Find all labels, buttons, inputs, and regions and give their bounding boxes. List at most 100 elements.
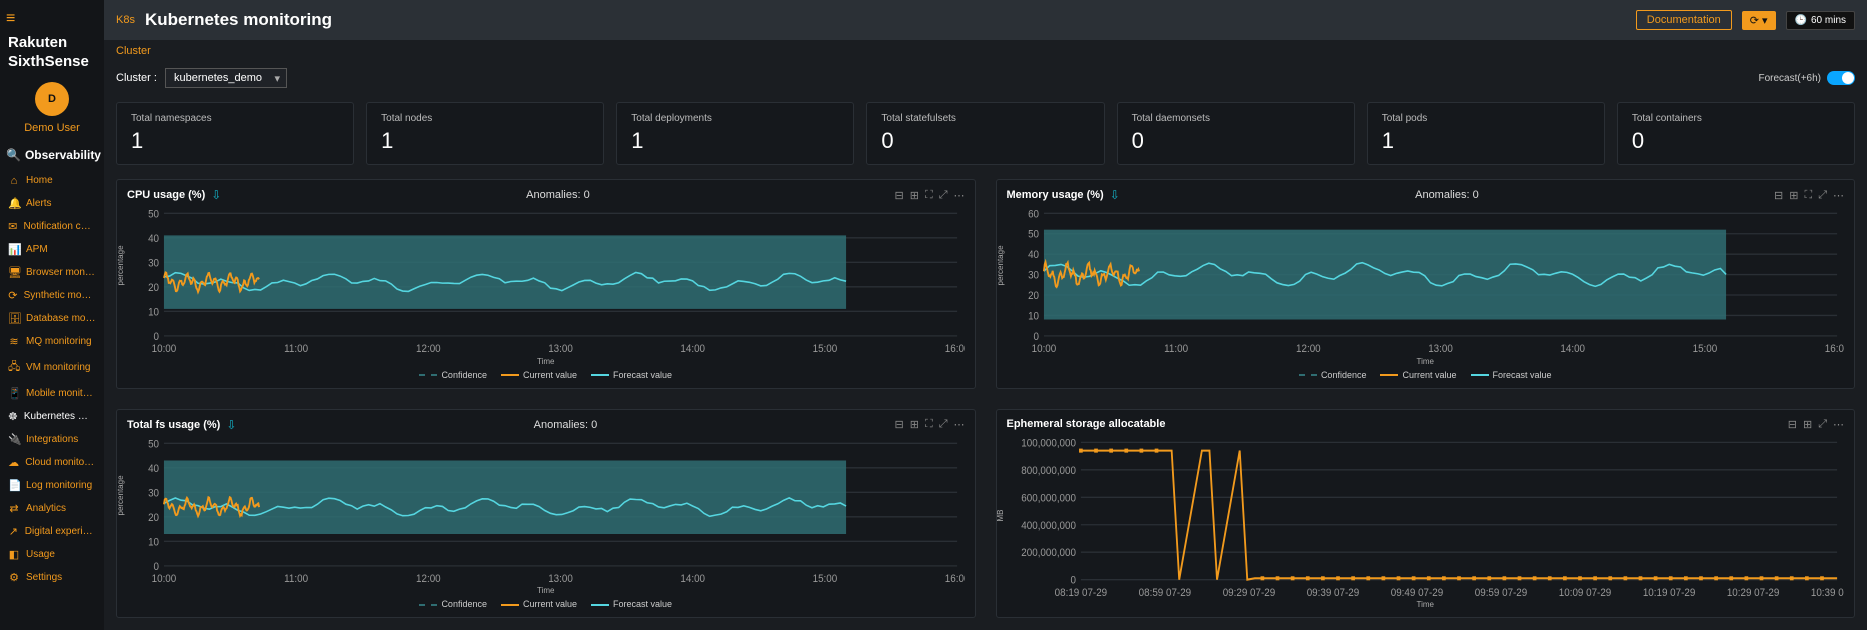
svg-text:50: 50 <box>148 439 159 450</box>
panel-tool-icon[interactable]: ⤢ <box>939 418 948 431</box>
panel-tool-icon[interactable]: ⛶ <box>925 189 933 202</box>
chart-body[interactable]: MB 0200,000,000400,000,000600,000,000800… <box>1007 437 1845 599</box>
sidebar-item-log-monitoring[interactable]: 📄 Log monitoring <box>0 474 104 497</box>
panel-title: Memory usage (%) <box>1007 189 1104 201</box>
nav-icon: ☁ <box>8 456 19 469</box>
stat-card[interactable]: Total deployments1 <box>616 102 854 165</box>
stat-label: Total statefulsets <box>881 113 1089 124</box>
hamburger-icon[interactable]: ≡ <box>6 10 15 28</box>
panel-tool-icon[interactable]: ⊟ <box>895 189 904 202</box>
nav-icon: 🖧 <box>8 358 20 377</box>
panel-tool-icon[interactable]: ⊞ <box>910 418 919 431</box>
panel-tool-icon[interactable]: ⋯ <box>954 189 965 202</box>
stat-card[interactable]: Total containers0 <box>1617 102 1855 165</box>
panel-tools: ⊟ ⊞ ⛶ ⤢ ⋯ <box>1774 189 1844 202</box>
chart-body[interactable]: percentage 0102030405010:0011:0012:0013:… <box>127 208 965 355</box>
sidebar-item-mq-monitoring[interactable]: ≋MQ monitoring <box>0 330 104 353</box>
y-axis-label: percentage <box>116 475 125 515</box>
svg-text:20: 20 <box>1028 291 1039 302</box>
sidebar-item-apm[interactable]: 📊APM <box>0 238 104 261</box>
svg-text:12:00: 12:00 <box>1296 344 1321 355</box>
clock-icon: 🕒 <box>1795 15 1807 26</box>
nav-label: Usage <box>26 549 55 560</box>
time-range-button[interactable]: 🕒 60 mins <box>1786 11 1855 30</box>
cluster-select[interactable]: kubernetes_demo <box>165 68 287 88</box>
sidebar-item-integrations[interactable]: 🔌Integrations <box>0 428 104 451</box>
panel-tools: ⊟ ⊞ ⛶ ⤢ ⋯ <box>895 418 965 431</box>
sidebar-item-usage[interactable]: ◧Usage <box>0 543 104 566</box>
sidebar-item-vm-monitoring[interactable]: 🖧 VM monitoring <box>0 353 104 382</box>
svg-text:800,000,000: 800,000,000 <box>1021 465 1076 476</box>
forecast-toggle[interactable] <box>1827 71 1855 85</box>
panel-tool-icon[interactable]: ⋯ <box>954 418 965 431</box>
sidebar-item-kubernetes-monitoring[interactable]: ☸Kubernetes monitoring <box>0 405 104 428</box>
svg-text:30: 30 <box>148 488 159 499</box>
panel-tool-icon[interactable]: ⊞ <box>1789 189 1798 202</box>
avatar[interactable]: D <box>35 82 69 116</box>
nav-label: Log monitoring <box>26 480 92 491</box>
documentation-button[interactable]: Documentation <box>1636 10 1732 30</box>
panel-title: Ephemeral storage allocatable <box>1007 418 1166 430</box>
panel-tool-icon[interactable]: ⤢ <box>939 189 948 202</box>
svg-text:40: 40 <box>1028 250 1039 261</box>
sidebar-item-cloud-monitoring[interactable]: ☁ Cloud monitoring <box>0 451 104 474</box>
panel-tool-icon[interactable]: ⋯ <box>1833 418 1844 431</box>
stat-card[interactable]: Total pods1 <box>1367 102 1605 165</box>
panel-tools: ⊟ ⊞ ⤢ ⋯ <box>1788 418 1844 431</box>
chevron-down-icon: ▾ <box>1762 14 1768 27</box>
sidebar-item-browser-monitoring[interactable]: 🖥Browser monitoring <box>0 261 104 284</box>
nav-label: APM <box>26 244 48 255</box>
svg-text:0: 0 <box>1070 575 1076 586</box>
panel-tool-icon[interactable]: ⛶ <box>1804 189 1812 202</box>
nav-label: Notification channels <box>23 221 96 232</box>
svg-text:08:59 07-29: 08:59 07-29 <box>1138 587 1191 598</box>
stat-card[interactable]: Total nodes1 <box>366 102 604 165</box>
stat-label: Total deployments <box>631 113 839 124</box>
stat-card[interactable]: Total statefulsets0 <box>866 102 1104 165</box>
sidebar-item-digital-experience[interactable]: ↗Digital experience <box>0 520 104 543</box>
panel-tool-icon[interactable]: ⤢ <box>1818 418 1827 431</box>
svg-text:14:00: 14:00 <box>1560 344 1585 355</box>
nav-label: Analytics <box>26 503 66 514</box>
panel-tool-icon[interactable]: ⊞ <box>1803 418 1812 431</box>
sidebar-item-alerts[interactable]: 🔔Alerts <box>0 192 104 215</box>
svg-text:50: 50 <box>148 209 159 220</box>
panel-tool-icon[interactable]: ⊟ <box>1788 418 1797 431</box>
sidebar-item-mobile-monitoring[interactable]: 📱Mobile monitoring <box>0 382 104 405</box>
svg-text:20: 20 <box>148 512 159 523</box>
svg-text:0: 0 <box>154 561 160 572</box>
sidebar-item-database-monitoring[interactable]: 🗄Database monitoring <box>0 307 104 330</box>
stat-value: 0 <box>1632 128 1840 154</box>
stat-card[interactable]: Total namespaces1 <box>116 102 354 165</box>
tab-cluster[interactable]: Cluster <box>116 45 151 57</box>
refresh-button[interactable]: ⟳ ▾ <box>1742 11 1776 30</box>
svg-text:10:00: 10:00 <box>152 573 177 584</box>
svg-text:200,000,000: 200,000,000 <box>1021 547 1076 558</box>
stat-card[interactable]: Total daemonsets0 <box>1117 102 1355 165</box>
sidebar-item-settings[interactable]: ⚙Settings <box>0 566 104 589</box>
panel-tool-icon[interactable]: ⛶ <box>925 418 933 431</box>
chart-body[interactable]: percentage 010203040506010:0011:0012:001… <box>1007 208 1845 355</box>
forecast-label: Forecast(+6h) <box>1758 73 1821 84</box>
panel-tool-icon[interactable]: ⊟ <box>1774 189 1783 202</box>
panel-tool-icon[interactable]: ⊞ <box>910 189 919 202</box>
sidebar-item-home[interactable]: ⌂Home <box>0 170 104 192</box>
nav-label: Cloud monitoring <box>25 457 96 468</box>
anomalies-label: Anomalies: 0 <box>242 419 888 431</box>
breadcrumb[interactable]: K8s <box>116 14 135 26</box>
nav-label: VM monitoring <box>26 362 90 373</box>
panel-tool-icon[interactable]: ⊟ <box>895 418 904 431</box>
panel-tool-icon[interactable]: ⤢ <box>1818 189 1827 202</box>
svg-text:10:00: 10:00 <box>152 344 177 355</box>
panel-mem: Memory usage (%) ⇩ Anomalies: 0 ⊟⊞⛶⤢⋯ pe… <box>996 179 1856 389</box>
time-range-label: 60 mins <box>1811 15 1846 26</box>
panel-title: CPU usage (%) <box>127 189 205 201</box>
page-title: Kubernetes monitoring <box>145 10 332 30</box>
panel-tool-icon[interactable]: ⋯ <box>1833 189 1844 202</box>
chart-body[interactable]: percentage 0102030405010:0011:0012:0013:… <box>127 438 965 585</box>
sidebar-item-notification-channels[interactable]: ✉Notification channels <box>0 215 104 238</box>
nav-icon: 📄 <box>8 479 20 492</box>
sidebar-item-analytics[interactable]: ⇄Analytics <box>0 497 104 520</box>
svg-text:12:00: 12:00 <box>416 344 441 355</box>
sidebar-item-synthetic-monitoring[interactable]: ⟳Synthetic monitoring <box>0 284 104 307</box>
